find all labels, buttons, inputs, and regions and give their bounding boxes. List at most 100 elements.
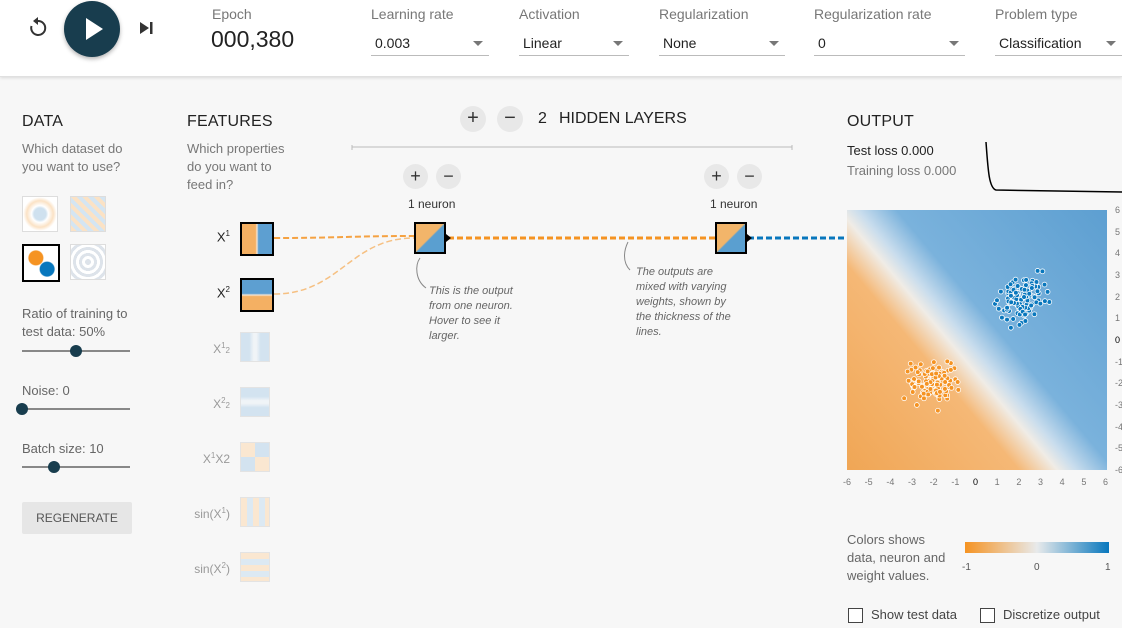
- blue-data-point: [1031, 294, 1038, 301]
- remove-neuron-layer1-button[interactable]: −: [436, 164, 461, 189]
- blue-data-point: [1012, 276, 1019, 283]
- blue-data-point: [1041, 281, 1048, 288]
- neuron-output-arrow: [446, 234, 451, 242]
- hidden-layers-count: 2: [538, 110, 547, 127]
- blue-data-point: [1008, 299, 1014, 306]
- blue-data-point: [1031, 311, 1038, 318]
- orange-data-point: [907, 360, 914, 367]
- blue-data-point: [1033, 279, 1040, 285]
- neuron-output-arrow: [747, 234, 752, 242]
- orange-data-point: [915, 378, 922, 385]
- blue-data-point: [1010, 316, 1016, 322]
- orange-data-point: [923, 381, 930, 387]
- orange-data-point: [909, 389, 916, 395]
- blue-data-point: [1021, 294, 1027, 300]
- blue-data-point: [1007, 281, 1014, 288]
- orange-data-point: [917, 361, 924, 368]
- x-tick-label: 4: [1059, 477, 1065, 487]
- orange-data-point: [914, 369, 921, 375]
- show-test-data-label: Show test data: [871, 607, 957, 622]
- legend-tick: 1: [1105, 562, 1111, 573]
- blue-data-point: [1042, 298, 1048, 304]
- orange-data-point: [954, 379, 961, 385]
- y-tick-label: 3: [1115, 270, 1121, 280]
- orange-data-point: [921, 395, 927, 402]
- orange-data-point: [901, 395, 907, 402]
- orange-data-point: [920, 390, 927, 397]
- test-loss: Test loss 0.000: [847, 143, 934, 158]
- orange-data-point: [931, 359, 937, 365]
- x-tick-label: 0: [973, 477, 979, 487]
- x-tick-label: -1: [951, 477, 960, 487]
- remove-neuron-layer2-button[interactable]: −: [737, 164, 762, 189]
- blue-data-point: [1022, 318, 1029, 324]
- x-tick-label: -4: [886, 477, 895, 487]
- blue-data-point: [1037, 300, 1044, 307]
- orange-data-point: [944, 358, 951, 365]
- x-tick-label: -3: [908, 477, 917, 487]
- x-tick-label: -6: [843, 477, 852, 487]
- output-title: OUTPUT: [847, 113, 914, 130]
- x-tick-label: 3: [1038, 477, 1044, 487]
- x-tick-label: -5: [864, 477, 873, 487]
- y-tick-label: -3: [1115, 400, 1122, 410]
- blue-data-point: [1023, 282, 1029, 288]
- layer2-neuron-count: 1 neuron: [710, 197, 758, 211]
- add-neuron-layer2-button[interactable]: +: [704, 164, 729, 189]
- discretize-output-checkbox[interactable]: [980, 608, 995, 623]
- orange-data-point: [942, 386, 948, 392]
- orange-data-point: [934, 381, 940, 388]
- orange-data-point: [904, 368, 911, 375]
- blue-data-point: [1021, 287, 1028, 293]
- y-tick-label: 6: [1115, 205, 1121, 215]
- add-layer-button[interactable]: +: [460, 106, 486, 132]
- x-tick-label: 2: [1016, 477, 1022, 487]
- orange-data-point: [955, 387, 962, 393]
- orange-data-point: [948, 385, 955, 391]
- orange-data-point: [911, 384, 918, 390]
- blue-data-point: [1029, 285, 1035, 291]
- y-tick-label: -5: [1115, 443, 1122, 454]
- orange-data-point: [927, 386, 934, 392]
- legend-tick: -1: [962, 562, 971, 573]
- neuron-layer1[interactable]: [414, 222, 446, 254]
- loss-curve: [985, 141, 1122, 193]
- orange-data-point: [935, 407, 941, 414]
- blue-data-point: [1013, 289, 1019, 296]
- color-legend-bar: [965, 542, 1109, 553]
- x-tick-label: -2: [929, 477, 938, 487]
- orange-data-point: [941, 372, 948, 379]
- blue-data-point: [1026, 290, 1033, 297]
- y-tick-label: 5: [1115, 226, 1121, 237]
- color-legend-text: Colors shows data, neuron and weight val…: [847, 532, 946, 583]
- blue-data-point: [1034, 288, 1041, 294]
- blue-data-point: [1046, 299, 1053, 305]
- blue-data-point: [1022, 311, 1028, 318]
- add-neuron-layer1-button[interactable]: +: [403, 164, 428, 189]
- y-tick-label: -6: [1115, 465, 1122, 475]
- hidden-layers-label: HIDDEN LAYERS: [559, 110, 687, 127]
- blue-data-point: [1014, 283, 1021, 289]
- y-tick-label: 2: [1115, 291, 1121, 302]
- blue-data-point: [995, 305, 1002, 312]
- blue-data-point: [1016, 322, 1023, 328]
- blue-data-point: [1034, 268, 1041, 274]
- orange-data-point: [936, 364, 942, 371]
- orange-data-point: [942, 379, 948, 385]
- blue-data-point: [1044, 289, 1051, 295]
- blue-data-point: [1004, 304, 1010, 311]
- y-tick-label: -4: [1115, 421, 1122, 432]
- legend-tick: 0: [1034, 562, 1040, 573]
- neuron-layer2[interactable]: [715, 222, 747, 254]
- remove-layer-button[interactable]: −: [497, 106, 523, 132]
- y-tick-label: 1: [1115, 313, 1121, 324]
- x-tick-label: 6: [1103, 477, 1109, 487]
- x-tick-label: 1: [994, 477, 1000, 487]
- output-scatter-plot: [901, 268, 1053, 414]
- blue-data-point: [1008, 292, 1014, 299]
- neuron-annotation: This is the output from one neuron. Hove…: [429, 285, 513, 342]
- show-test-data-checkbox[interactable]: [848, 608, 863, 623]
- blue-data-point: [1039, 268, 1046, 275]
- blue-data-point: [994, 297, 1000, 304]
- y-tick-label: -2: [1115, 378, 1122, 389]
